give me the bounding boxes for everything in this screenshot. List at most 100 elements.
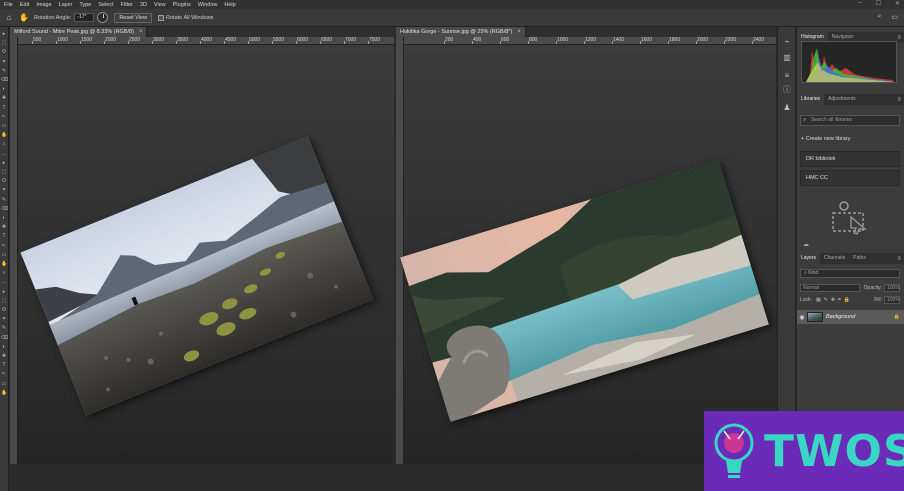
menu-window[interactable]: Window xyxy=(198,2,218,8)
menu-edit[interactable]: Edit xyxy=(20,2,29,8)
menu-image[interactable]: Image xyxy=(36,2,51,8)
tool-icon[interactable]: ✋ xyxy=(1,132,7,138)
vertical-ruler[interactable] xyxy=(10,37,18,464)
menu-filter[interactable]: Filter xyxy=(121,2,133,8)
home-icon[interactable]: ⌂ xyxy=(4,13,14,23)
panel-menu-icon[interactable]: ≡ xyxy=(897,256,901,262)
close-tab-icon[interactable]: × xyxy=(517,29,521,35)
layer-row-background[interactable]: ◉ Background 🔒 xyxy=(797,310,904,324)
tool-icon[interactable]: ⬚ xyxy=(1,40,7,46)
tool-icon[interactable]: ⌗ xyxy=(1,59,7,65)
tool-icon[interactable]: ⬚ xyxy=(1,169,7,175)
menu-help[interactable]: Help xyxy=(224,2,235,8)
tool-icon[interactable]: ▭ xyxy=(1,123,7,129)
blend-mode-select[interactable]: Normal xyxy=(800,283,860,292)
horizontal-ruler[interactable]: 200 400 600 800 1000 1200 1400 1600 1800 2000 2200… xyxy=(404,37,776,45)
search-icon[interactable]: ⌕ xyxy=(877,13,881,21)
rotate-view-tool-icon[interactable]: ✋ xyxy=(19,13,29,23)
tab-adjustments[interactable]: Adjustments xyxy=(824,94,860,105)
menu-view[interactable]: View xyxy=(154,2,166,8)
tool-icon[interactable]: … xyxy=(1,279,7,285)
minimize-icon[interactable]: – xyxy=(858,0,861,7)
tab-layers[interactable]: Layers xyxy=(797,253,821,264)
adjustments-icon[interactable]: ≡ xyxy=(782,71,792,81)
tool-icon[interactable]: ✎ xyxy=(1,68,7,74)
fill-input[interactable]: 100% xyxy=(884,295,900,304)
menu-file[interactable]: File xyxy=(4,2,13,8)
tab-paths[interactable]: Paths xyxy=(849,253,870,264)
opacity-label: Opacity: xyxy=(863,284,882,291)
tool-icon[interactable]: T xyxy=(1,233,7,239)
tool-icon[interactable]: ◐ xyxy=(1,86,7,92)
library-item-dr-bibliotek[interactable]: DR bibliotek xyxy=(800,151,900,167)
menu-3d[interactable]: 3D xyxy=(140,2,147,8)
libraries-panel-tabs: Libraries Adjustments ≡ xyxy=(797,94,904,105)
menu-plugins[interactable]: Plugins xyxy=(173,2,191,8)
tool-icon[interactable]: ▭ xyxy=(1,381,7,387)
tool-icon[interactable]: ⌫ xyxy=(1,206,8,212)
tool-icon[interactable]: ⌫ xyxy=(1,335,8,341)
tool-icon[interactable]: ✎ xyxy=(1,325,7,331)
tool-icon[interactable]: ◐ xyxy=(1,215,7,221)
close-icon[interactable]: ✕ xyxy=(895,0,900,7)
tool-icon[interactable]: ʘ xyxy=(1,178,7,184)
tool-icon[interactable]: T xyxy=(1,105,7,111)
tool-icon[interactable]: ↖ xyxy=(1,243,7,249)
tool-icon[interactable]: ✋ xyxy=(1,261,7,267)
tool-icon[interactable]: ✎ xyxy=(1,197,7,203)
tool-icon[interactable]: ⌕ xyxy=(1,270,7,276)
people-icon[interactable]: ♟ xyxy=(782,103,792,113)
horizontal-ruler[interactable]: 500 1000 1500 2000 2500 3000 3500 4000 4500 5000 5… xyxy=(18,37,394,45)
ruler-tick xyxy=(128,41,129,44)
panel-menu-icon[interactable]: ≡ xyxy=(897,35,901,41)
rotation-dial[interactable] xyxy=(97,12,109,23)
tool-icon[interactable]: ✚ xyxy=(1,224,7,230)
tool-icon[interactable]: ʘ xyxy=(1,307,7,313)
properties-icon[interactable]: ▥ xyxy=(782,53,792,63)
workspace-icon[interactable]: ▭ xyxy=(891,13,898,21)
tool-icon[interactable]: ◐ xyxy=(1,344,7,350)
tool-icon[interactable]: ↖ xyxy=(1,371,7,377)
tool-icon[interactable]: ▸ xyxy=(1,289,7,295)
tab-channels[interactable]: Channels xyxy=(820,253,849,264)
document-tab-hokitika[interactable]: Hokitika Gorge - Sunrise.jpg @ 25% (RGB/… xyxy=(396,27,526,37)
library-item-hmc-cc[interactable]: HMC CC xyxy=(800,170,900,186)
rotation-angle-input[interactable]: -17° xyxy=(74,13,95,22)
info-icon[interactable]: ⓘ xyxy=(782,85,792,95)
tool-icon[interactable]: T xyxy=(1,362,7,368)
rotate-all-windows-checkbox[interactable] xyxy=(158,14,165,21)
panel-menu-icon[interactable]: ≡ xyxy=(897,97,901,103)
tool-icon[interactable]: ⌫ xyxy=(1,77,8,83)
menu-type[interactable]: Type xyxy=(79,2,91,8)
tool-icon[interactable]: ▸ xyxy=(1,160,7,166)
options-right-icons: ⌕ ▭ xyxy=(867,13,898,21)
tool-icon[interactable]: ⌕ xyxy=(1,141,7,147)
tool-icon[interactable]: ⌗ xyxy=(1,187,7,193)
maximize-icon[interactable]: ☐ xyxy=(876,0,881,7)
menu-select[interactable]: Select xyxy=(98,2,113,8)
visibility-eye-icon[interactable]: ◉ xyxy=(797,314,807,321)
tab-libraries[interactable]: Libraries xyxy=(797,94,825,105)
document-tab-milford[interactable]: Milford Sound - Mitre Peak.jpg @ 8.33% (… xyxy=(10,27,148,37)
tool-icon[interactable]: ⌗ xyxy=(1,316,7,322)
tool-icon[interactable]: ✚ xyxy=(1,353,7,359)
tool-icon[interactable]: ✚ xyxy=(1,95,7,101)
tool-icon[interactable]: ✋ xyxy=(1,390,7,396)
tool-icon[interactable]: … xyxy=(1,151,7,157)
tool-icon[interactable]: ↖ xyxy=(1,114,7,120)
tool-icon[interactable]: ⬚ xyxy=(1,298,7,304)
tool-icon[interactable]: ʘ xyxy=(1,49,7,55)
history-icon[interactable]: ⌁ xyxy=(782,37,792,47)
lock-icons[interactable]: ▦✎✥⌗🔒 xyxy=(816,297,853,303)
opacity-input[interactable]: 100% xyxy=(884,283,900,292)
menu-layer[interactable]: Layer xyxy=(59,2,73,8)
create-library-button[interactable]: + Create new library xyxy=(801,136,850,142)
reset-view-button[interactable]: Reset View xyxy=(114,12,153,23)
cloud-icon[interactable]: ☁ xyxy=(803,241,809,248)
tool-icon[interactable]: ▸ xyxy=(1,31,7,37)
close-tab-icon[interactable]: × xyxy=(139,29,143,35)
layer-filter-kind[interactable]: ⌕ Kind xyxy=(800,269,900,278)
library-search-input[interactable]: ⌕ Search all libraries xyxy=(800,115,900,126)
tool-icon[interactable]: ▭ xyxy=(1,252,7,258)
vertical-ruler[interactable] xyxy=(396,37,404,464)
